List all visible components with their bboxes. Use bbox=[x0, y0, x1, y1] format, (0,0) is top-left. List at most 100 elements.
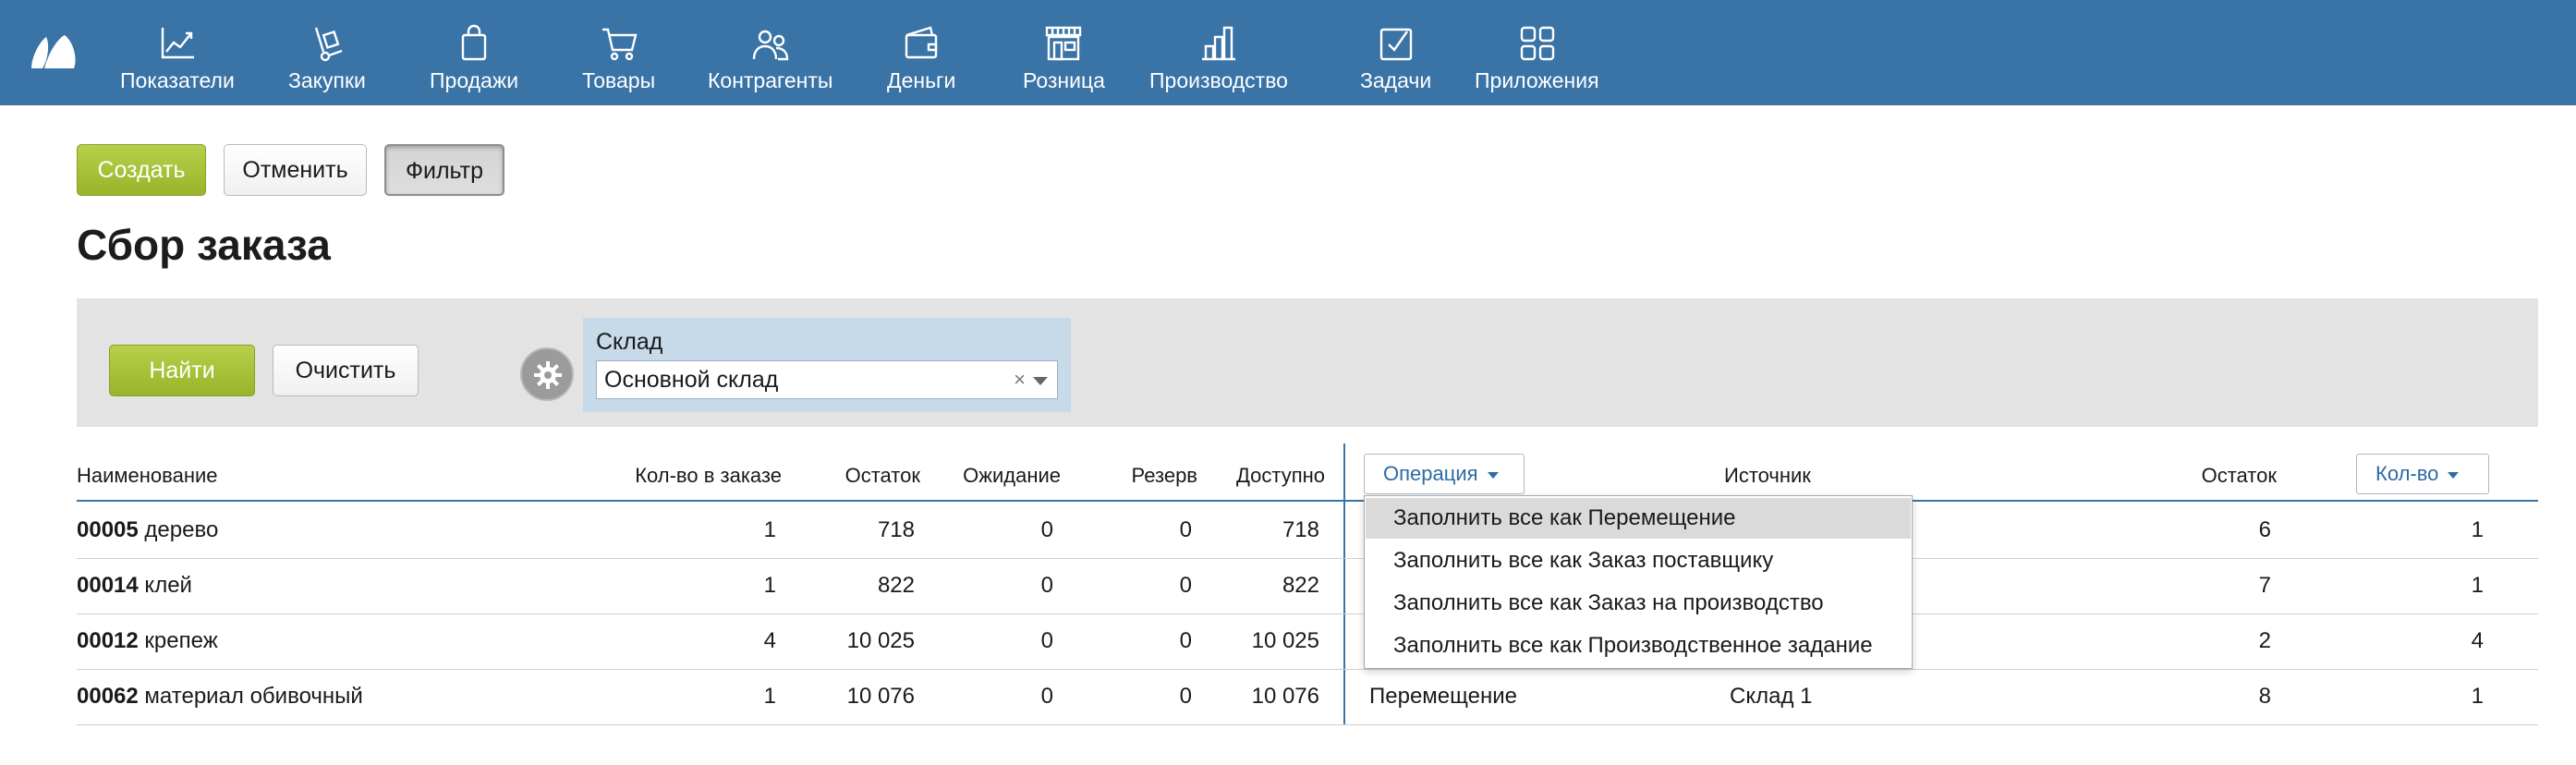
quantity-cell[interactable]: 1 bbox=[2384, 573, 2484, 599]
item-code: 00062 bbox=[77, 684, 139, 709]
nav-item-label: Товары bbox=[582, 68, 656, 92]
chart-line-icon bbox=[161, 28, 194, 59]
hand-truck-icon bbox=[314, 27, 343, 62]
available-cell: 718 bbox=[1282, 517, 1319, 542]
table-row-name[interactable]: 00012 крепеж bbox=[77, 628, 218, 654]
reserve-cell: 0 bbox=[1179, 517, 1192, 542]
quantity-dropdown-label: Кол-во bbox=[2376, 462, 2439, 485]
warehouse-select[interactable]: Основной склад × bbox=[596, 360, 1058, 399]
people-icon bbox=[752, 30, 788, 61]
waiting-cell: 0 bbox=[1040, 628, 1053, 653]
stock-cell: 10 076 bbox=[846, 684, 915, 709]
quantity-cell[interactable]: 4 bbox=[2384, 628, 2484, 654]
clear-button[interactable]: Очистить bbox=[273, 345, 419, 396]
storefront-icon bbox=[1046, 26, 1082, 61]
nav-item-counterparties[interactable]: Контрагенты bbox=[708, 24, 832, 98]
nav-item-label: Розница bbox=[1023, 68, 1105, 92]
nav-item-label: Деньги bbox=[887, 68, 956, 92]
nav-item-indicators[interactable]: Показатели bbox=[120, 24, 235, 98]
column-header-name: Наименование bbox=[77, 464, 218, 487]
item-name: клей bbox=[144, 573, 192, 598]
reserve-cell: 0 bbox=[1179, 684, 1192, 709]
ordered-cell: 1 bbox=[763, 684, 776, 709]
item-name: крепеж bbox=[144, 628, 218, 653]
source-stock-cell: 8 bbox=[2258, 684, 2271, 709]
nav-item-purchases[interactable]: Закупки bbox=[288, 24, 366, 98]
column-header-source-stock: Остаток bbox=[2201, 464, 2277, 487]
nav-item-sales[interactable]: Продажи bbox=[430, 24, 518, 98]
quantity-cell[interactable]: 1 bbox=[2384, 684, 2484, 710]
cancel-button[interactable]: Отменить bbox=[224, 144, 367, 196]
column-header-available: Доступно bbox=[1235, 464, 1325, 487]
row-divider bbox=[77, 613, 2538, 614]
nav-item-tasks[interactable]: Задачи bbox=[1360, 24, 1431, 98]
nav-item-label: Производство bbox=[1149, 68, 1288, 92]
table-row-name[interactable]: 00062 материал обивочный bbox=[77, 684, 363, 710]
item-name: материал обивочный bbox=[144, 684, 363, 709]
source-stock-cell: 2 bbox=[2258, 628, 2271, 653]
wallet-icon bbox=[905, 26, 938, 59]
nav-item-retail[interactable]: Розница bbox=[1023, 24, 1105, 98]
warehouse-label: Склад bbox=[596, 329, 663, 355]
table-row-name[interactable]: 00014 клей bbox=[77, 573, 192, 599]
nav-item-label: Закупки bbox=[288, 68, 366, 92]
chevron-down-icon bbox=[2448, 471, 2460, 479]
reserve-cell: 0 bbox=[1179, 573, 1192, 598]
operation-dropdown[interactable]: Операция bbox=[1364, 454, 1525, 494]
source-stock-cell: 7 bbox=[2258, 573, 2271, 598]
column-header-reserve: Резерв bbox=[1131, 464, 1197, 487]
filter-button[interactable]: Фильтр bbox=[384, 144, 504, 196]
row-divider bbox=[77, 558, 2538, 559]
header-divider bbox=[77, 500, 2538, 502]
stock-cell: 10 025 bbox=[846, 628, 915, 653]
stock-cell: 822 bbox=[877, 573, 915, 598]
quantity-dropdown[interactable]: Кол-во bbox=[2356, 454, 2489, 494]
item-name: дерево bbox=[144, 517, 219, 542]
nav-item-label: Контрагенты bbox=[708, 68, 833, 92]
clear-selection-icon[interactable]: × bbox=[1014, 361, 1026, 398]
table-row-name[interactable]: 00005 дерево bbox=[77, 517, 218, 543]
factory-icon bbox=[1201, 26, 1235, 61]
nav-item-production[interactable]: Производство bbox=[1149, 24, 1288, 98]
operation-cell[interactable]: Перемещение bbox=[1369, 684, 1517, 710]
page-title: Сбор заказа bbox=[77, 221, 331, 269]
quantity-cell[interactable]: 1 bbox=[2384, 517, 2484, 543]
column-header-stock: Остаток bbox=[844, 464, 920, 487]
menu-item-fill-transfer[interactable]: Заполнить все как Перемещение bbox=[1366, 498, 1911, 539]
nav-item-apps[interactable]: Приложения bbox=[1475, 24, 1599, 98]
ordered-cell: 1 bbox=[763, 573, 776, 598]
menu-item-fill-supplier-order[interactable]: Заполнить все как Заказ поставщику bbox=[1366, 540, 1911, 581]
nav-item-label: Приложения bbox=[1475, 68, 1599, 92]
gear-icon bbox=[534, 361, 562, 389]
available-cell: 822 bbox=[1282, 573, 1319, 598]
logo-icon[interactable] bbox=[28, 31, 79, 72]
shopping-bag-icon bbox=[461, 24, 487, 61]
menu-item-fill-production-order[interactable]: Заполнить все как Заказ на производство bbox=[1366, 583, 1911, 624]
source-stock-cell: 6 bbox=[2258, 517, 2271, 542]
source-cell[interactable]: Склад 1 bbox=[1730, 684, 1812, 710]
column-header-source: Источник bbox=[1724, 464, 1811, 487]
filter-panel: Найти Очистить Склад Основной склад × bbox=[77, 298, 2538, 427]
create-button[interactable]: Создать bbox=[77, 144, 206, 196]
operation-dropdown-label: Операция bbox=[1383, 462, 1478, 485]
warehouse-value: Основной склад bbox=[604, 367, 779, 393]
operation-menu: Заполнить все как Перемещение Заполнить … bbox=[1364, 495, 1913, 669]
filter-settings-button[interactable] bbox=[520, 347, 574, 401]
column-header-waiting: Ожидание bbox=[963, 464, 1061, 487]
top-nav-bar: Показатели Закупки Продажи Товары Контра… bbox=[0, 0, 2576, 105]
row-divider bbox=[77, 669, 2538, 670]
item-code: 00005 bbox=[77, 517, 139, 542]
column-header-ordered: Кол-во в заказе bbox=[635, 464, 782, 487]
menu-item-fill-production-task[interactable]: Заполнить все как Производственное задан… bbox=[1366, 625, 1911, 666]
available-cell: 10 025 bbox=[1251, 628, 1319, 653]
waiting-cell: 0 bbox=[1040, 573, 1053, 598]
warehouse-filter: Склад Основной склад × bbox=[583, 318, 1071, 412]
apps-icon bbox=[1521, 26, 1555, 61]
row-divider bbox=[77, 724, 2538, 725]
item-code: 00012 bbox=[77, 628, 139, 653]
find-button[interactable]: Найти bbox=[109, 345, 255, 396]
checkbox-icon bbox=[1379, 28, 1412, 61]
chevron-down-icon[interactable] bbox=[1033, 377, 1048, 385]
nav-item-products[interactable]: Товары bbox=[582, 24, 655, 98]
nav-item-money[interactable]: Деньги bbox=[887, 24, 955, 98]
